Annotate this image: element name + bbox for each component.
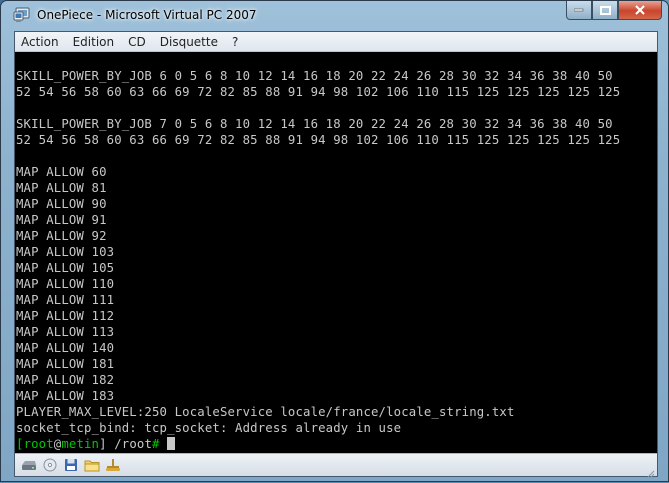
floppy-icon[interactable]	[63, 457, 79, 473]
menu-bar: Action Edition CD Disquette ?	[15, 32, 657, 52]
close-icon	[635, 5, 645, 15]
shared-folder-icon[interactable]	[84, 457, 100, 473]
console-line: MAP ALLOW 183	[16, 389, 115, 403]
console-line: MAP ALLOW 105	[16, 261, 115, 275]
guest-console[interactable]: SKILL_POWER_BY_JOB 6 0 5 6 8 10 12 14 16…	[15, 52, 657, 455]
console-line: SKILL_POWER_BY_JOB 7 0 5 6 8 10 12 14 16…	[16, 117, 613, 131]
console-line: socket_tcp_bind: tcp_socket: Address alr…	[16, 421, 402, 435]
console-line: MAP ALLOW 182	[16, 373, 115, 387]
console-line: 52 54 56 58 60 63 66 69 72 82 85 88 91 9…	[16, 85, 621, 99]
vm-client-area: Action Edition CD Disquette ? SKILL_POWE…	[14, 31, 658, 479]
menu-disquette[interactable]: Disquette	[160, 35, 218, 49]
menu-help[interactable]: ?	[232, 35, 238, 49]
console-line: MAP ALLOW 181	[16, 357, 115, 371]
prompt-path: ] /root	[99, 437, 152, 451]
console-output: SKILL_POWER_BY_JOB 6 0 5 6 8 10 12 14 16…	[15, 52, 657, 452]
menu-action[interactable]: Action	[21, 35, 59, 49]
close-button[interactable]	[618, 1, 662, 20]
console-line: MAP ALLOW 91	[16, 213, 107, 227]
minimize-button[interactable]	[566, 1, 592, 20]
prompt-host: metin	[61, 437, 100, 451]
console-line: SKILL_POWER_BY_JOB 6 0 5 6 8 10 12 14 16…	[16, 69, 613, 83]
console-line: MAP ALLOW 112	[16, 309, 115, 323]
resize-grip[interactable]	[645, 464, 655, 479]
console-line: MAP ALLOW 92	[16, 229, 107, 243]
prompt-user: root	[23, 437, 54, 451]
console-line: PLAYER_MAX_LEVEL:250 LocaleService local…	[16, 405, 515, 419]
console-line: MAP ALLOW 140	[16, 341, 115, 355]
menu-cd[interactable]: CD	[128, 35, 146, 49]
console-line: 52 54 56 58 60 63 66 69 72 82 85 88 91 9…	[16, 133, 621, 147]
network-icon[interactable]	[105, 457, 121, 473]
prompt-symbol: #	[152, 437, 168, 451]
console-line: MAP ALLOW 110	[16, 277, 115, 291]
menu-edition[interactable]: Edition	[73, 35, 115, 49]
console-line: MAP ALLOW 90	[16, 197, 107, 211]
console-line: MAP ALLOW 60	[16, 165, 107, 179]
console-line: MAP ALLOW 103	[16, 245, 115, 259]
virtual-pc-icon	[13, 7, 31, 23]
maximize-icon	[599, 5, 611, 15]
minimize-icon	[574, 8, 584, 12]
maximize-button[interactable]	[592, 1, 618, 20]
console-line: MAP ALLOW 113	[16, 325, 115, 339]
status-bar	[15, 453, 657, 479]
title-bar[interactable]: OnePiece - Microsoft Virtual PC 2007	[1, 1, 668, 31]
window-title: OnePiece - Microsoft Virtual PC 2007	[37, 8, 257, 22]
cd-drive-icon[interactable]	[42, 457, 58, 473]
prompt-open-bracket: [	[16, 437, 24, 451]
hard-disk-icon[interactable]	[21, 457, 37, 473]
text-cursor	[167, 437, 176, 450]
console-line: MAP ALLOW 111	[16, 293, 115, 307]
console-line: MAP ALLOW 81	[16, 181, 107, 195]
shell-prompt[interactable]: [root@metin] /root#	[16, 437, 176, 451]
vpc-window: OnePiece - Microsoft Virtual PC 2007 Act…	[0, 0, 669, 482]
